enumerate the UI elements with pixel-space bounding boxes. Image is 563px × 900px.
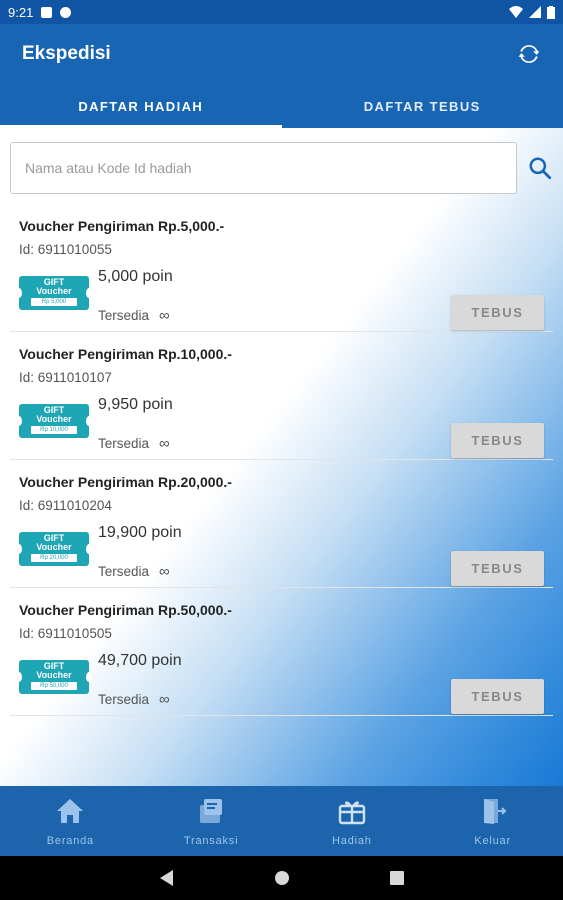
reward-availability: Tersedia ∞ — [98, 435, 170, 452]
nav-label: Transaksi — [183, 834, 239, 847]
reward-points: 19,900 poin — [98, 524, 182, 541]
reward-points: 5,000 poin — [98, 268, 173, 285]
tab-bar: DAFTAR HADIAH DAFTAR TEBUS — [0, 84, 563, 128]
gift-voucher-image: GIFT Voucher Rp 20,000 — [16, 532, 92, 566]
search-bar — [10, 142, 553, 194]
nav-item-keluar[interactable]: Keluar — [422, 786, 563, 856]
tab-daftar-hadiah[interactable]: DAFTAR HADIAH — [0, 84, 282, 128]
reward-id: Id: 6911010505 — [19, 626, 112, 641]
gift-voucher-image: GIFT Voucher Rp 50,000 — [16, 660, 92, 694]
gift-icon — [337, 796, 367, 826]
stock-value: ∞ — [159, 435, 170, 452]
app-bar: Ekspedisi — [0, 24, 563, 84]
reward-points: 9,950 poin — [98, 396, 173, 413]
status-bar: 9:21 — [0, 0, 563, 24]
back-icon[interactable] — [159, 870, 174, 886]
reward-name: Voucher Pengiriman Rp.5,000.- — [19, 218, 225, 234]
reward-item: Voucher Pengiriman Rp.20,000.- Id: 69110… — [10, 460, 553, 588]
recents-icon[interactable] — [389, 871, 404, 885]
status-time: 9:21 — [8, 4, 34, 20]
signal-icon — [529, 6, 541, 18]
reward-availability: Tersedia ∞ — [98, 307, 170, 324]
wifi-icon — [509, 6, 523, 18]
tab-daftar-tebus[interactable]: DAFTAR TEBUS — [282, 84, 563, 128]
reward-points: 49,700 poin — [98, 652, 182, 669]
reward-list-panel: Voucher Pengiriman Rp.5,000.- Id: 691101… — [0, 128, 563, 786]
tebus-button[interactable]: TEBUS — [451, 551, 544, 586]
reward-id: Id: 6911010055 — [19, 242, 112, 257]
system-nav-bar — [0, 856, 563, 900]
sd-card-icon — [41, 6, 53, 18]
nav-item-beranda[interactable]: Beranda — [0, 786, 141, 856]
refresh-icon[interactable] — [517, 42, 541, 66]
reward-name: Voucher Pengiriman Rp.10,000.- — [19, 346, 232, 362]
stock-value: ∞ — [159, 563, 170, 580]
reward-id: Id: 6911010107 — [19, 370, 112, 385]
reward-availability: Tersedia ∞ — [98, 563, 170, 580]
gift-voucher-image: GIFT Voucher Rp 5,000 — [16, 276, 92, 310]
reward-item: Voucher Pengiriman Rp.5,000.- Id: 691101… — [10, 204, 553, 332]
reward-availability: Tersedia ∞ — [98, 691, 170, 708]
stock-value: ∞ — [159, 307, 170, 324]
nav-item-hadiah[interactable]: Hadiah — [282, 786, 423, 856]
nav-label: Beranda — [46, 834, 94, 847]
tebus-button[interactable]: TEBUS — [451, 295, 544, 330]
battery-icon — [547, 5, 555, 19]
search-input[interactable] — [10, 142, 517, 194]
bottom-nav: Beranda Transaksi Hadiah Keluar — [0, 786, 563, 856]
tebus-button[interactable]: TEBUS — [451, 423, 544, 458]
home-button-icon[interactable] — [274, 870, 290, 886]
reward-id: Id: 6911010204 — [19, 498, 112, 513]
search-icon[interactable] — [527, 155, 553, 181]
logout-icon — [478, 796, 508, 826]
transaction-icon — [196, 796, 226, 826]
reward-name: Voucher Pengiriman Rp.50,000.- — [19, 602, 232, 618]
reward-item: Voucher Pengiriman Rp.50,000.- Id: 69110… — [10, 588, 553, 716]
home-icon — [55, 796, 85, 826]
nav-label: Hadiah — [332, 834, 372, 847]
gift-voucher-image: GIFT Voucher Rp 10,000 — [16, 404, 92, 438]
stock-value: ∞ — [159, 691, 170, 708]
tebus-button[interactable]: TEBUS — [451, 679, 544, 714]
nav-item-transaksi[interactable]: Transaksi — [141, 786, 282, 856]
reward-item: Voucher Pengiriman Rp.10,000.- Id: 69110… — [10, 332, 553, 460]
nav-label: Keluar — [474, 834, 511, 847]
sync-icon — [60, 6, 72, 18]
reward-name: Voucher Pengiriman Rp.20,000.- — [19, 474, 232, 490]
app-title: Ekspedisi — [22, 43, 111, 64]
